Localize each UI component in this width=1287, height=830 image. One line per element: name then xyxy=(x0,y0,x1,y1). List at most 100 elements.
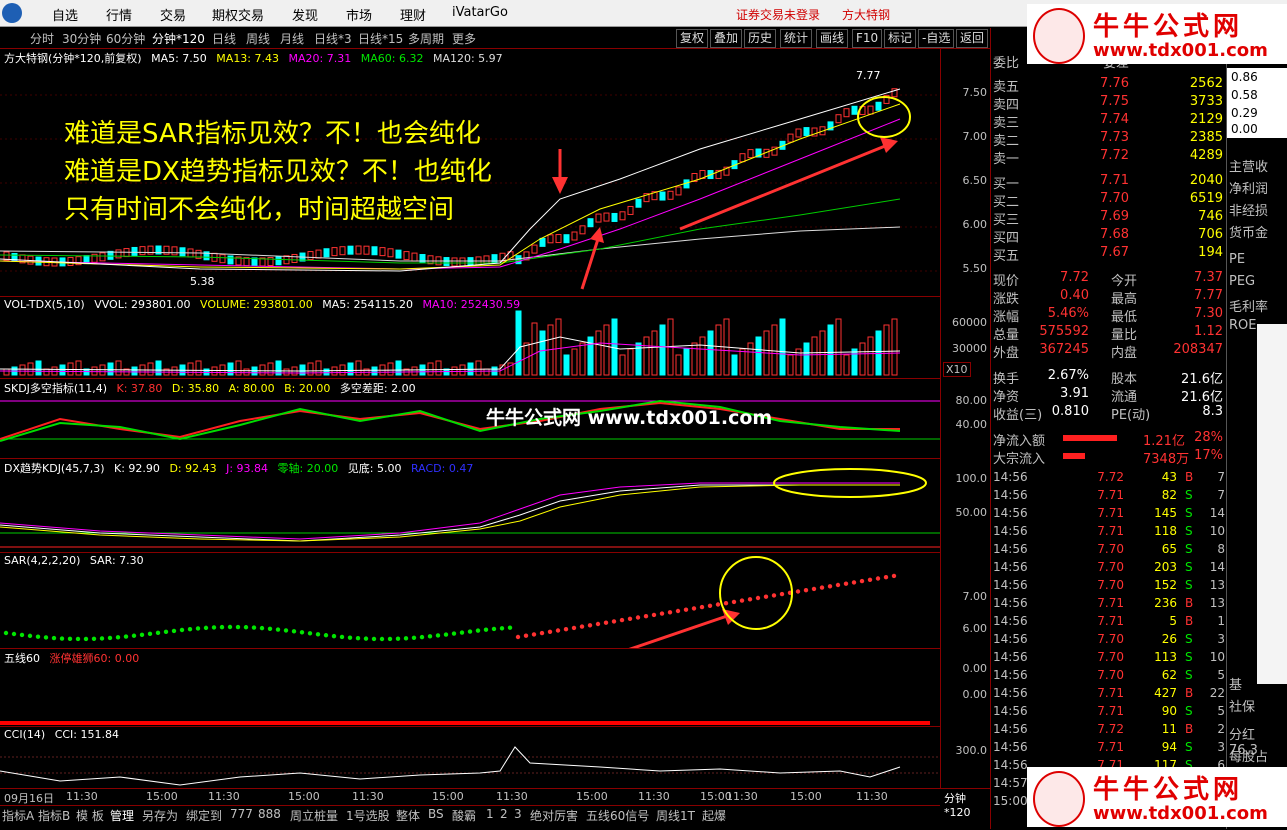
tab-indicator-b[interactable]: 指标B xyxy=(38,807,70,824)
tick-volume: 26 xyxy=(1161,632,1177,646)
fiveline-bar xyxy=(0,721,930,725)
sell-level-row[interactable]: 卖四 7.75 3733 xyxy=(993,94,1225,113)
period-multi[interactable]: 多周期 xyxy=(408,30,444,47)
sell-level-row[interactable]: 卖五 7.76 2562 xyxy=(993,76,1225,95)
sell-level-row[interactable]: 卖三 7.74 2129 xyxy=(993,112,1225,131)
sell-level-row[interactable]: 卖二 7.73 2385 xyxy=(993,130,1225,149)
candle xyxy=(339,246,346,256)
tab-bs[interactable]: BS xyxy=(428,807,444,821)
period-30min[interactable]: 30分钟 xyxy=(62,30,101,47)
menu-item-zixuan[interactable]: 自选 xyxy=(52,5,78,24)
tick-time: 14:56 xyxy=(993,488,1028,502)
tick-volume: 152 xyxy=(1154,578,1177,592)
buy-level-row[interactable]: 买三 7.69 746 xyxy=(993,209,1225,228)
btn-biaoji[interactable]: 标记 xyxy=(884,29,917,48)
sar-dot xyxy=(779,591,785,597)
tab-wuxian60[interactable]: 五线60信号 xyxy=(586,807,649,824)
y-tick: 0.00 xyxy=(962,688,988,701)
buy-level-row[interactable]: 买四 7.68 706 xyxy=(993,227,1225,246)
sar-dot xyxy=(267,626,273,631)
buy-level-row[interactable]: 买一 7.71 2040 xyxy=(993,173,1225,192)
candle xyxy=(371,246,378,256)
fiveline-panel[interactable]: 五线60 涨停雄狮60: 0.00 xyxy=(0,648,940,727)
sell-level-row[interactable]: 卖一 7.72 4289 xyxy=(993,148,1225,167)
tab-save-as[interactable]: 另存为 xyxy=(142,807,178,824)
candle xyxy=(531,244,538,254)
menu-item-hangqing[interactable]: 行情 xyxy=(106,5,132,24)
tab-xuangu[interactable]: 1号选股 xyxy=(346,807,390,824)
btn-huaxian[interactable]: 画线 xyxy=(816,29,849,48)
tab-template[interactable]: 模 板 xyxy=(76,807,104,824)
menu-item-jiaoyi[interactable]: 交易 xyxy=(160,5,186,24)
tick-row: 14:56 7.71 145 S 14 xyxy=(993,506,1225,524)
dx-j-line xyxy=(0,482,900,540)
tab-manage[interactable]: 管理 xyxy=(110,807,134,824)
btn-back[interactable]: 返回 xyxy=(956,29,989,48)
period-month[interactable]: 月线 xyxy=(280,30,304,47)
login-status[interactable]: 证券交易未登录 xyxy=(736,6,820,23)
btn-fuquan[interactable]: 复权 xyxy=(676,29,709,48)
sell-level-price: 7.75 xyxy=(1100,94,1129,109)
tick-row: 14:56 7.71 5 B 1 xyxy=(993,614,1225,632)
tab-2[interactable]: 2 xyxy=(500,807,508,821)
tab-bind[interactable]: 绑定到 xyxy=(186,807,222,824)
period-day15[interactable]: 日线*15 xyxy=(358,30,403,47)
tick-flag: S xyxy=(1185,704,1193,718)
cow-logo-icon xyxy=(1033,8,1085,64)
skdj-panel[interactable]: SKDJ多空指标(11,4) K: 37.80 D: 35.80 A: 80.0… xyxy=(0,378,940,459)
volume-bar xyxy=(867,336,874,376)
sar-dot xyxy=(835,582,841,588)
tab-zhengti[interactable]: 整体 xyxy=(396,807,420,824)
period-120min[interactable]: 分钟*120 xyxy=(152,30,205,47)
menu-item-market[interactable]: 市场 xyxy=(346,5,372,24)
buy-level-row[interactable]: 买五 7.67 194 xyxy=(993,245,1225,264)
period-more[interactable]: 更多 xyxy=(452,30,476,47)
tick-price: 7.70 xyxy=(1097,632,1124,646)
sar-dot xyxy=(851,580,857,585)
sar-dot xyxy=(11,631,17,637)
tab-zhouli[interactable]: 周立桩量 xyxy=(290,807,338,824)
tab-indicator-a[interactable]: 指标A xyxy=(2,807,34,824)
btn-f10[interactable]: F10 xyxy=(852,29,883,48)
tab-3[interactable]: 3 xyxy=(514,807,522,821)
tick-row: 14:56 7.72 43 B 7 xyxy=(993,470,1225,488)
period-day3[interactable]: 日线*3 xyxy=(314,30,352,47)
flow-pct: 17% xyxy=(1194,448,1223,463)
menu-item-options[interactable]: 期权交易 xyxy=(212,5,264,24)
btn-zixuan[interactable]: -自选 xyxy=(918,29,955,48)
tab-777[interactable]: 777 xyxy=(230,807,253,821)
volume-bar xyxy=(283,368,290,376)
period-60min[interactable]: 60分钟 xyxy=(106,30,145,47)
btn-lishi[interactable]: 历史 xyxy=(744,29,777,48)
period-day[interactable]: 日线 xyxy=(212,30,236,47)
tab-jueduilihai[interactable]: 绝对厉害 xyxy=(530,807,578,824)
candle xyxy=(875,101,882,111)
sar-dot xyxy=(315,632,321,637)
drawing-toolbar[interactable] xyxy=(1257,324,1287,684)
kline-panel[interactable]: 方大特钢(分钟*120,前复权) MA5: 7.50 MA13: 7.43 MA… xyxy=(0,48,940,297)
tab-888[interactable]: 888 xyxy=(258,807,281,821)
dx-panel[interactable]: DX趋势KDJ(45,7,3) K: 92.90 D: 92.43 J: 93.… xyxy=(0,458,940,553)
period-week[interactable]: 周线 xyxy=(246,30,270,47)
tab-1[interactable]: 1 xyxy=(486,807,494,821)
btn-tongji[interactable]: 统计 xyxy=(780,29,813,48)
sell-level-label: 卖一 xyxy=(993,152,1020,167)
volume-bar xyxy=(427,362,434,376)
menu-item-ivatargo[interactable]: iVatarGo xyxy=(452,5,508,20)
tab-suanba[interactable]: 酸霸 xyxy=(452,807,476,824)
buy-level-row[interactable]: 买二 7.70 6519 xyxy=(993,191,1225,210)
tab-zhouxian1t[interactable]: 周线1T xyxy=(656,807,695,824)
period-fenshi[interactable]: 分时 xyxy=(30,30,54,47)
sar-panel[interactable]: SAR(4,2,2,20) SAR: 7.30 xyxy=(0,552,940,649)
tick-flag: S xyxy=(1185,488,1193,502)
menu-item-discover[interactable]: 发现 xyxy=(292,5,318,24)
buy-level-price: 7.68 xyxy=(1100,227,1129,242)
red-arrow-up xyxy=(580,238,600,290)
btn-diejia[interactable]: 叠加 xyxy=(710,29,743,48)
candle xyxy=(347,245,354,255)
tab-qibao[interactable]: 起爆 xyxy=(702,807,726,824)
volume-panel[interactable]: VOL-TDX(5,10) VVOL: 293801.00 VOLUME: 29… xyxy=(0,296,940,379)
menu-item-finance[interactable]: 理财 xyxy=(400,5,426,24)
volume-bar xyxy=(675,354,682,376)
cci-panel[interactable]: CCI(14) CCI: 151.84 xyxy=(0,726,940,789)
